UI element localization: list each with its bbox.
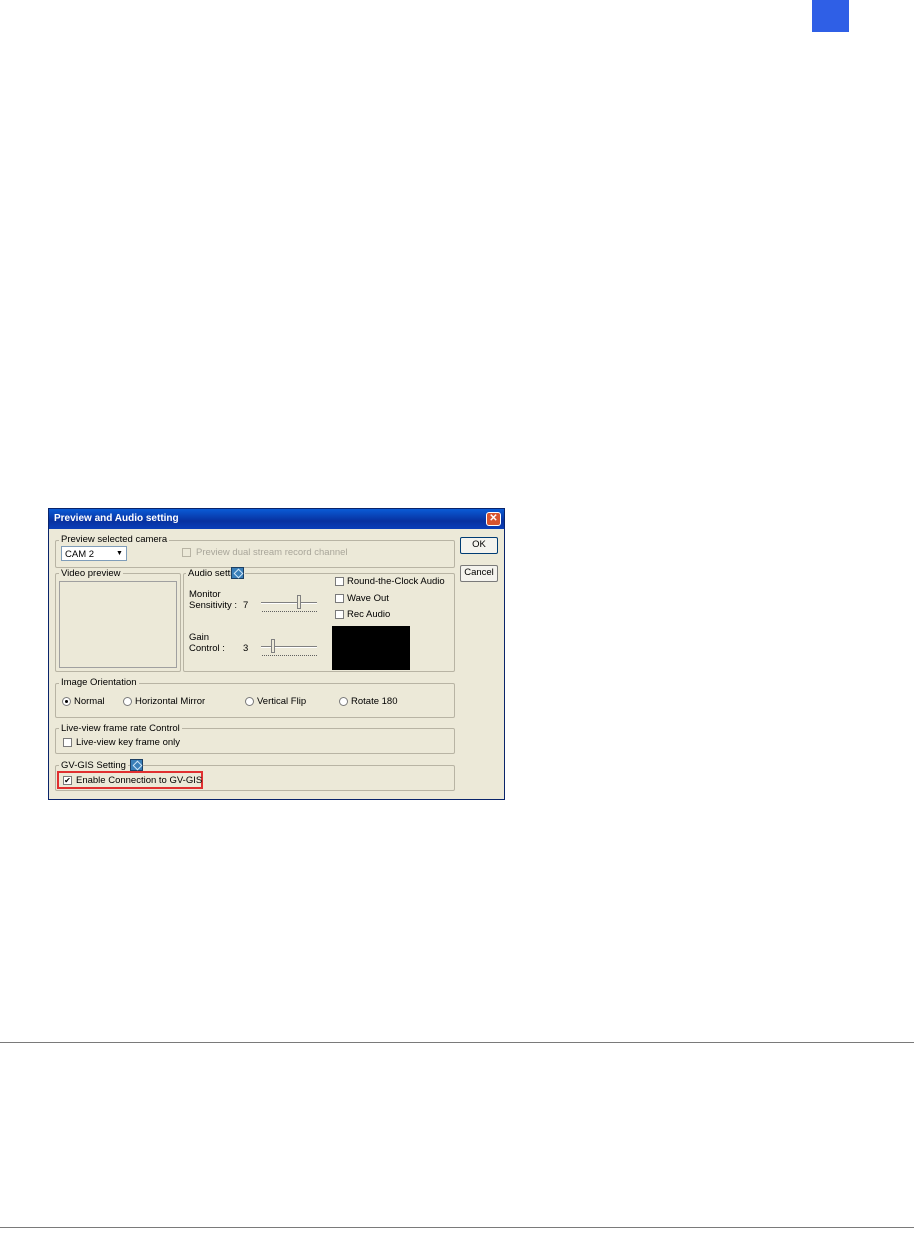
orientation-horizontal-mirror-radio[interactable] <box>123 697 132 706</box>
horizontal-rule-top <box>0 1042 914 1043</box>
monitor-label-line2: Sensitivity : <box>189 600 238 611</box>
horizontal-rule-bottom <box>0 1227 914 1228</box>
rec-audio-label: Rec Audio <box>347 609 391 620</box>
gain-slider-thumb[interactable] <box>271 639 275 653</box>
video-preview-group-label: Video preview <box>59 568 123 579</box>
audio-setting-group <box>183 573 455 672</box>
preview-audio-dialog: Preview and Audio setting ✕ Preview sele… <box>48 508 505 800</box>
enable-gis-checkbox[interactable]: ✔ <box>63 776 72 785</box>
image-orientation-group-label: Image Orientation <box>59 677 139 688</box>
enable-gis-label: Enable Connection to GV-GIS <box>76 775 203 786</box>
key-frame-only-checkbox[interactable] <box>63 738 72 747</box>
gain-value: 3 <box>243 643 249 654</box>
orientation-vertical-flip-radio[interactable] <box>245 697 254 706</box>
camera-select-value: CAM 2 <box>65 549 95 560</box>
gain-label-line1: Gain <box>189 632 210 643</box>
corner-square <box>812 0 849 32</box>
key-frame-only-label: Live-view key frame only <box>76 737 181 748</box>
video-preview-area <box>59 581 177 668</box>
orientation-vertical-flip-label: Vertical Flip <box>257 696 307 707</box>
frame-rate-group-label: Live-view frame rate Control <box>59 723 182 734</box>
monitor-value: 7 <box>243 600 249 611</box>
monitor-label-line1: Monitor <box>189 589 221 600</box>
monitor-slider-ticks <box>262 611 317 614</box>
cancel-button[interactable]: Cancel <box>460 565 498 582</box>
dialog-title: Preview and Audio setting <box>54 513 179 524</box>
wave-out-label: Wave Out <box>347 593 389 604</box>
gain-slider-ticks <box>262 655 317 658</box>
orientation-rotate-180-label: Rotate 180 <box>351 696 398 707</box>
round-clock-audio-checkbox[interactable] <box>335 577 344 586</box>
audio-setting-pin-icon[interactable] <box>231 567 244 579</box>
round-clock-audio-label: Round-the-Clock Audio <box>347 576 445 587</box>
orientation-rotate-180-radio[interactable] <box>339 697 348 706</box>
title-bar[interactable]: Preview and Audio setting ✕ <box>49 509 504 529</box>
camera-select[interactable]: CAM 2 ▼ <box>61 546 127 561</box>
gis-setting-group-label: GV-GIS Setting <box>59 760 128 771</box>
gis-setting-pin-icon[interactable] <box>130 759 143 771</box>
rec-audio-checkbox[interactable] <box>335 610 344 619</box>
ok-button[interactable]: OK <box>460 537 498 554</box>
close-button[interactable]: ✕ <box>486 512 501 526</box>
orientation-horizontal-mirror-label: Horizontal Mirror <box>135 696 206 707</box>
wave-out-checkbox[interactable] <box>335 594 344 603</box>
monitor-slider-thumb[interactable] <box>297 595 301 609</box>
dual-stream-checkbox[interactable] <box>182 548 191 557</box>
dual-stream-label: Preview dual stream record channel <box>196 547 348 558</box>
audio-level-display <box>332 626 410 670</box>
orientation-normal-label: Normal <box>74 696 105 707</box>
preview-camera-group-label: Preview selected camera <box>59 534 170 545</box>
gain-label-line2: Control : <box>189 643 225 654</box>
orientation-normal-radio[interactable] <box>62 697 71 706</box>
chevron-down-icon: ▼ <box>116 550 123 557</box>
monitor-slider-track[interactable] <box>261 602 317 604</box>
gain-slider-track[interactable] <box>261 646 317 648</box>
